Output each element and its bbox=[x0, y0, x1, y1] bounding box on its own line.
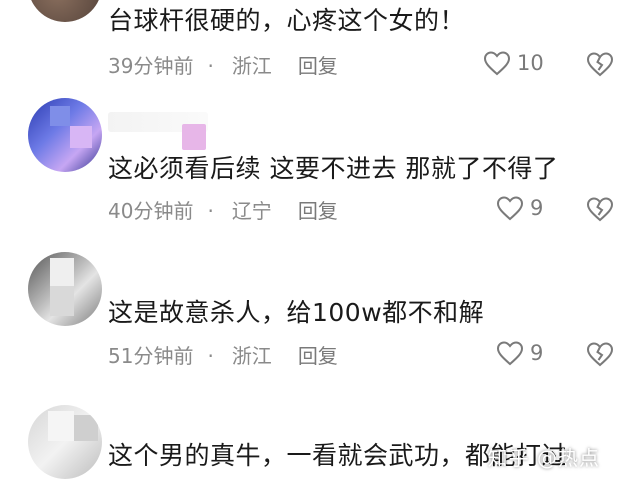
dislike-button[interactable] bbox=[586, 196, 614, 226]
comment-text: 台球杆很硬的，心疼这个女的！ bbox=[108, 6, 466, 35]
comment-time: 51分钟前 bbox=[108, 344, 194, 368]
comment-meta: 40分钟前 · 辽宁 回复 bbox=[108, 199, 338, 223]
reply-button[interactable]: 回复 bbox=[298, 199, 338, 223]
comment-meta: 51分钟前 · 浙江 回复 bbox=[108, 344, 338, 368]
broken-heart-icon bbox=[586, 342, 614, 367]
comment-meta: 39分钟前 · 浙江 回复 bbox=[108, 54, 338, 78]
broken-heart-icon bbox=[586, 197, 614, 222]
heart-outline-icon bbox=[496, 341, 524, 366]
separator-dot: · bbox=[207, 199, 214, 223]
like-button[interactable]: 10 bbox=[483, 50, 544, 76]
watermark: 知乎 @热点 bbox=[487, 446, 600, 470]
comment-text: 这是故意杀人，给100w都不和解 bbox=[108, 298, 485, 327]
badge-blurred bbox=[182, 124, 206, 150]
comment-time: 39分钟前 bbox=[108, 54, 194, 78]
like-count: 9 bbox=[530, 341, 544, 365]
reply-button[interactable]: 回复 bbox=[298, 54, 338, 78]
separator-dot: · bbox=[207, 54, 214, 78]
comment-location: 辽宁 bbox=[231, 199, 272, 223]
avatar[interactable] bbox=[28, 405, 102, 479]
comment-time: 40分钟前 bbox=[108, 199, 194, 223]
like-count: 10 bbox=[517, 51, 544, 75]
like-count: 9 bbox=[530, 196, 544, 220]
broken-heart-icon bbox=[586, 52, 614, 77]
separator-dot: · bbox=[207, 344, 214, 368]
like-button[interactable]: 9 bbox=[496, 195, 543, 221]
comment-location: 浙江 bbox=[231, 344, 272, 368]
avatar[interactable] bbox=[28, 98, 102, 172]
avatar[interactable] bbox=[28, 252, 102, 326]
heart-outline-icon bbox=[496, 196, 524, 221]
reply-button[interactable]: 回复 bbox=[298, 344, 338, 368]
avatar[interactable] bbox=[28, 0, 102, 22]
dislike-button[interactable] bbox=[586, 51, 614, 81]
like-button[interactable]: 9 bbox=[496, 340, 543, 366]
comment-text: 这必须看后续 这要不进去 那就了不得了 bbox=[108, 154, 559, 183]
dislike-button[interactable] bbox=[586, 341, 614, 371]
comment-location: 浙江 bbox=[231, 54, 272, 78]
heart-outline-icon bbox=[483, 51, 511, 76]
